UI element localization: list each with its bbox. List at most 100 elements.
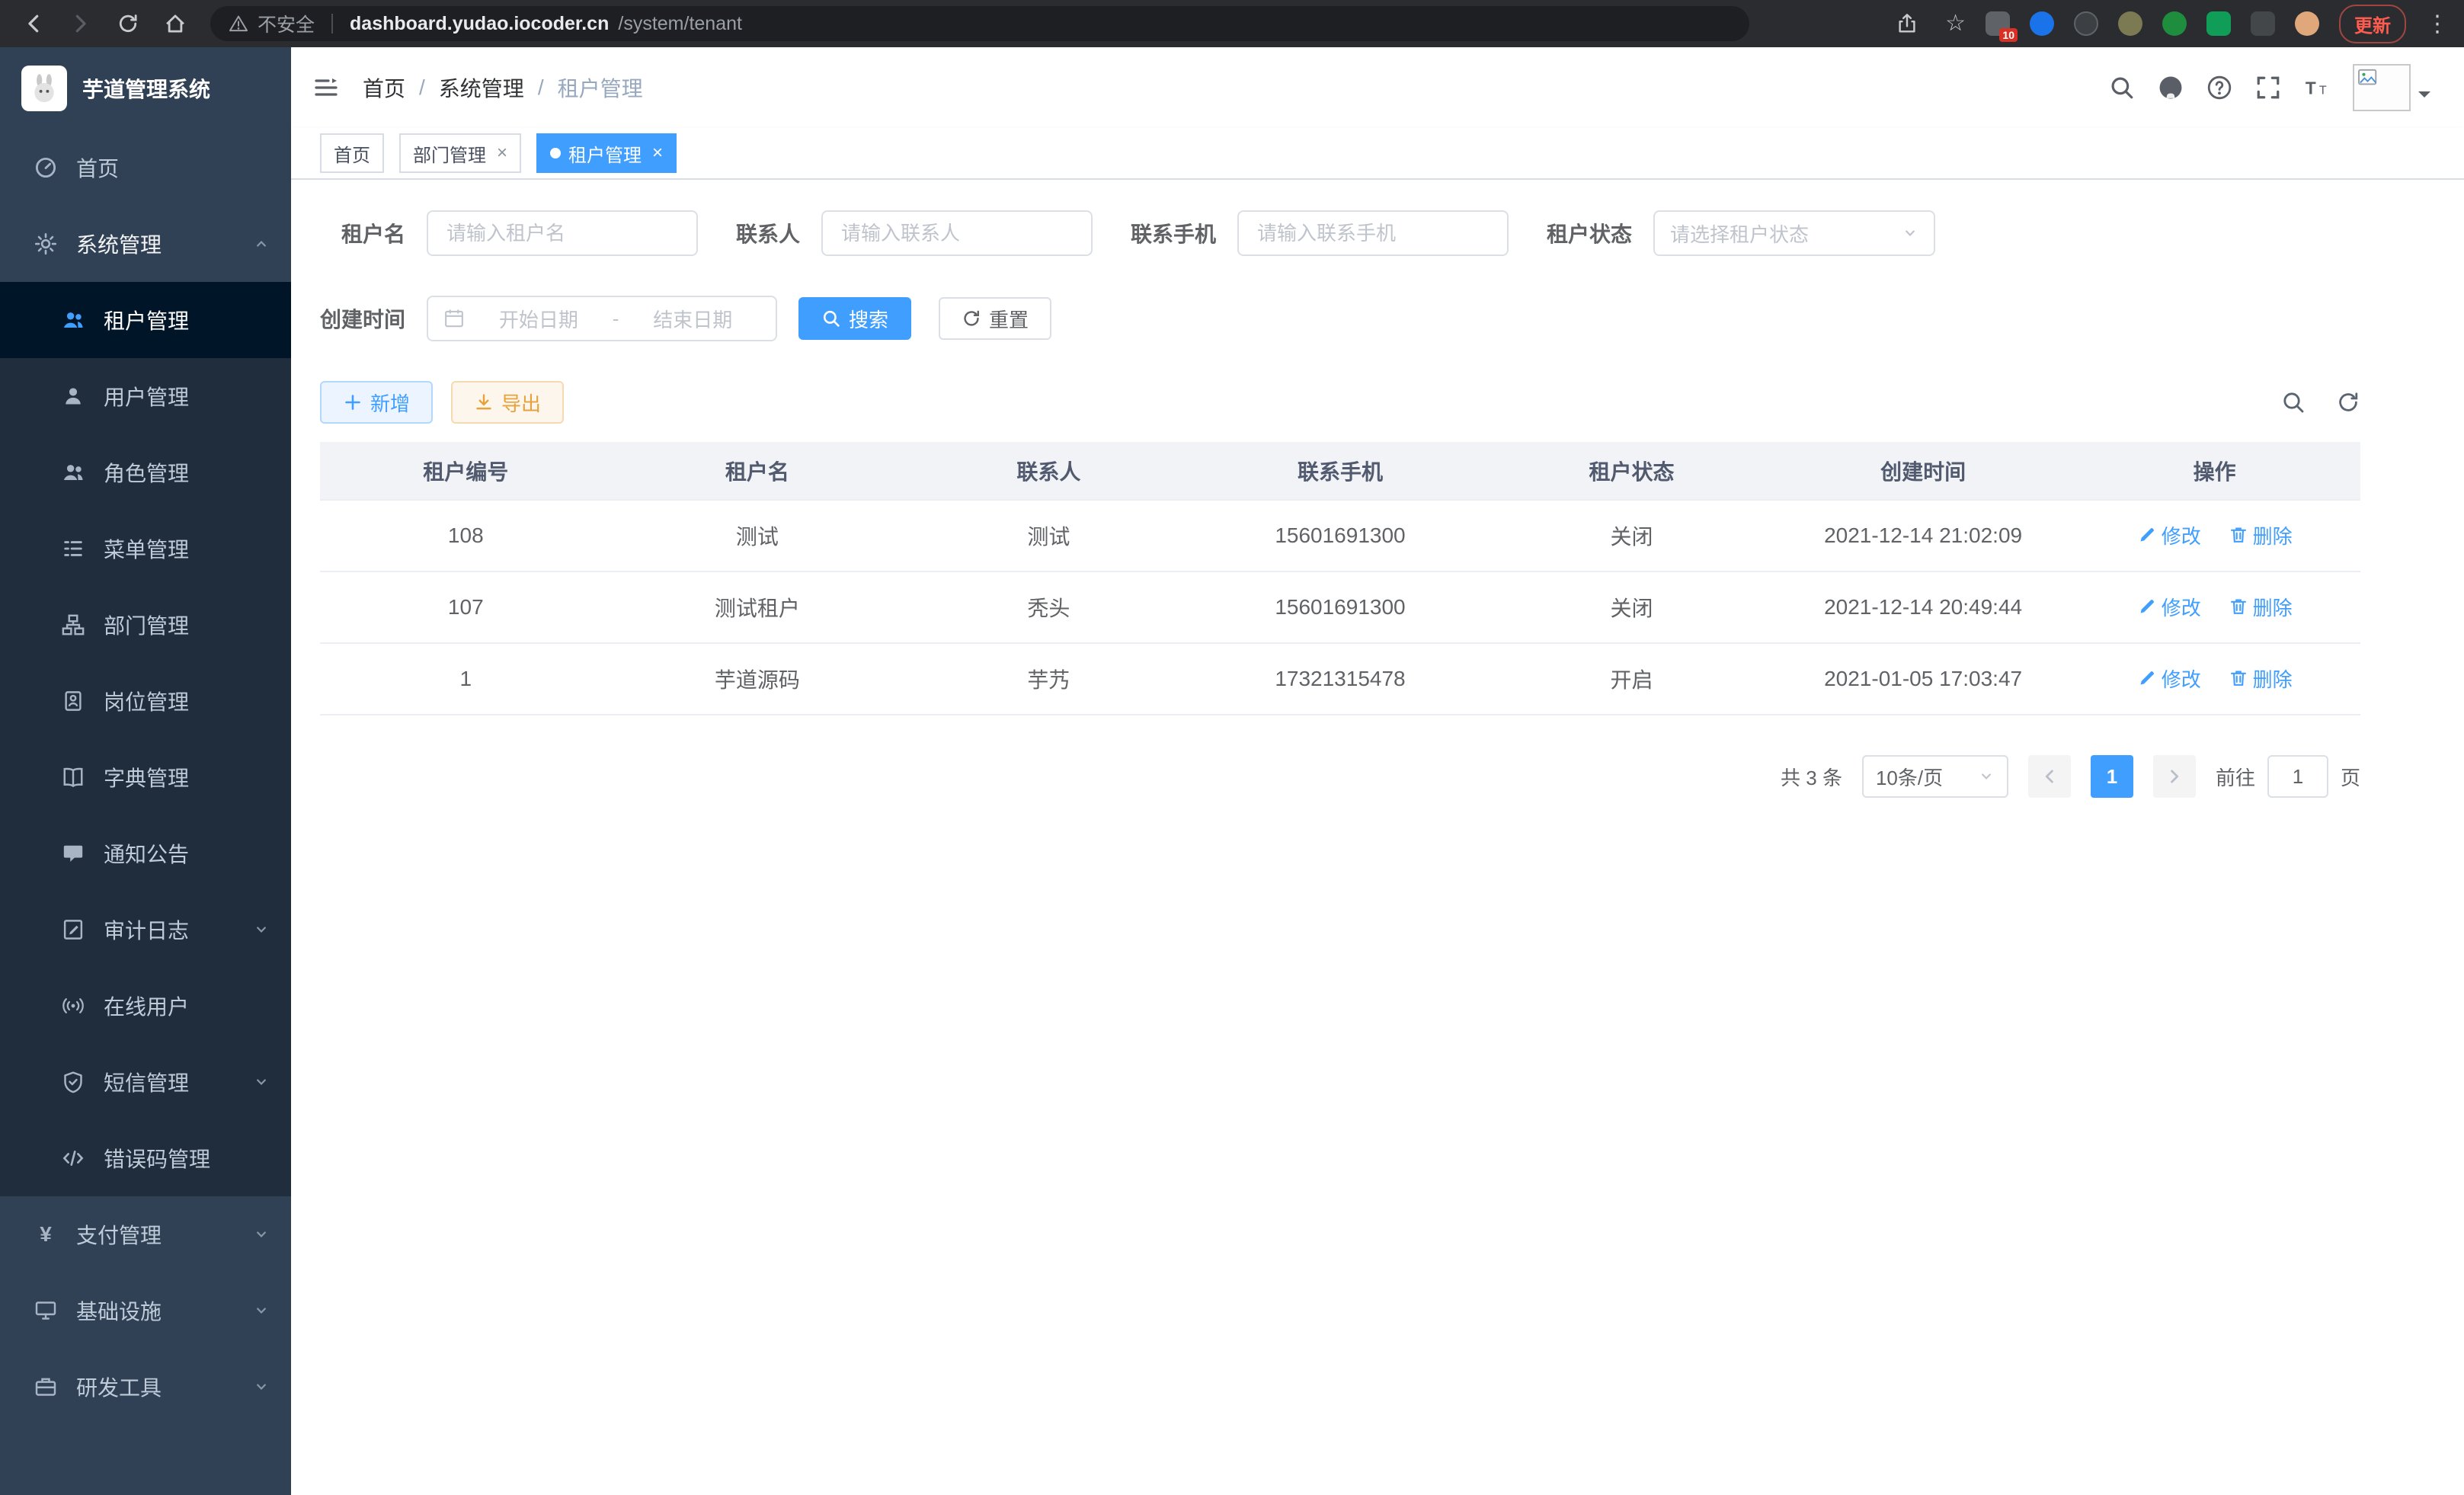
- sidebar-item-notice[interactable]: 通知公告: [0, 815, 291, 892]
- sidebar-item-dept-management[interactable]: 部门管理: [0, 587, 291, 663]
- page-content: 租户名 联系人 联系手机 租户状态 请选择租户状态: [291, 180, 2464, 1495]
- extension-icon[interactable]: 10: [1986, 11, 2010, 36]
- page-number-current[interactable]: 1: [2091, 755, 2133, 798]
- next-page-button[interactable]: [2153, 755, 2196, 798]
- bookmark-star-icon[interactable]: ☆: [1945, 12, 1966, 35]
- page-size-select[interactable]: 10条/页: [1862, 755, 2008, 798]
- home-icon[interactable]: [157, 5, 194, 42]
- share-icon[interactable]: [1889, 5, 1925, 42]
- extension-icon[interactable]: [2206, 11, 2231, 36]
- top-navbar: 首页 / 系统管理 / 租户管理 TT: [291, 47, 2464, 128]
- date-range-picker[interactable]: 开始日期 - 结束日期: [427, 296, 777, 341]
- search-button[interactable]: 搜索: [798, 297, 911, 340]
- status-select[interactable]: 请选择租户状态: [1653, 210, 1935, 256]
- contact-input[interactable]: [821, 210, 1093, 256]
- edit-link[interactable]: 修改: [2137, 521, 2201, 549]
- payment-yen-icon: ¥: [34, 1224, 58, 1245]
- export-button[interactable]: 导出: [451, 381, 564, 424]
- show-search-icon[interactable]: [2281, 390, 2306, 415]
- app-title: 芋道管理系统: [82, 73, 210, 104]
- extension-icon[interactable]: [2251, 11, 2275, 36]
- col-tenant-id: 租户编号: [320, 442, 612, 500]
- refresh-icon[interactable]: [2336, 390, 2360, 415]
- edit-link[interactable]: 修改: [2137, 593, 2201, 621]
- extension-icon[interactable]: [2162, 11, 2187, 36]
- chevron-down-icon: [253, 921, 270, 938]
- edit-link[interactable]: 修改: [2137, 664, 2201, 693]
- prev-page-button[interactable]: [2028, 755, 2071, 798]
- chevron-down-icon: [253, 1378, 270, 1395]
- cell-created: 2021-12-14 21:02:09: [1778, 500, 2069, 571]
- chevron-down-icon: [1902, 225, 1918, 242]
- cell-status: 开启: [1486, 643, 1778, 715]
- sidebar-item-dict-management[interactable]: 字典管理: [0, 739, 291, 815]
- dictionary-book-icon: [61, 766, 85, 789]
- help-icon[interactable]: [2206, 75, 2232, 101]
- sidebar-item-error-code-management[interactable]: 错误码管理: [0, 1120, 291, 1196]
- reload-icon[interactable]: [110, 5, 146, 42]
- reset-button[interactable]: 重置: [939, 297, 1051, 340]
- close-icon[interactable]: ×: [497, 144, 507, 162]
- cell-actions: 修改 删除: [2069, 500, 2360, 571]
- update-button[interactable]: 更新: [2339, 5, 2406, 43]
- tenant-name-input[interactable]: [427, 210, 698, 256]
- sidebar-item-infrastructure[interactable]: 基础设施: [0, 1273, 291, 1349]
- back-icon[interactable]: [15, 5, 52, 42]
- github-icon[interactable]: [2158, 75, 2184, 101]
- tab-dept-management[interactable]: 部门管理 ×: [399, 133, 521, 173]
- table-header-row: 租户编号 租户名 联系人 联系手机 租户状态 创建时间 操作: [320, 442, 2360, 500]
- delete-link[interactable]: 删除: [2229, 664, 2293, 693]
- tenant-table: 租户编号 租户名 联系人 联系手机 租户状态 创建时间 操作 108 测试 测试: [320, 442, 2360, 715]
- sidebar-item-user-management[interactable]: 用户管理: [0, 358, 291, 434]
- col-actions: 操作: [2069, 442, 2360, 500]
- end-date-placeholder: 结束日期: [625, 305, 760, 333]
- sidebar-item-sms-management[interactable]: 短信管理: [0, 1044, 291, 1120]
- delete-link[interactable]: 删除: [2229, 593, 2293, 621]
- address-bar[interactable]: 不安全 dashboard.yudao.iocoder.cn/system/te…: [210, 6, 1749, 41]
- profile-avatar[interactable]: [2295, 11, 2319, 36]
- tab-home[interactable]: 首页: [320, 133, 384, 173]
- avatar: [2353, 64, 2411, 111]
- cell-name: 芋道源码: [612, 643, 904, 715]
- sidebar-item-dev-tools[interactable]: 研发工具: [0, 1349, 291, 1425]
- phone-input[interactable]: [1237, 210, 1509, 256]
- divider: [331, 14, 333, 34]
- fullscreen-icon[interactable]: [2255, 75, 2281, 101]
- sidebar-item-menu-management[interactable]: 菜单管理: [0, 511, 291, 587]
- close-icon[interactable]: ×: [652, 144, 663, 162]
- cell-created: 2021-01-05 17:03:47: [1778, 643, 2069, 715]
- sidebar-item-home[interactable]: 首页: [0, 130, 291, 206]
- cell-contact: 芋艿: [903, 643, 1195, 715]
- extension-icon[interactable]: [2074, 11, 2098, 36]
- sidebar-item-payment-management[interactable]: ¥ 支付管理: [0, 1196, 291, 1273]
- sidebar-item-role-management[interactable]: 角色管理: [0, 434, 291, 511]
- font-size-icon[interactable]: TT: [2304, 75, 2330, 101]
- breadcrumb-system[interactable]: 系统管理: [439, 72, 524, 103]
- search-icon[interactable]: [2109, 75, 2135, 101]
- sidebar-item-post-management[interactable]: 岗位管理: [0, 663, 291, 739]
- browser-menu-icon[interactable]: ⋮: [2426, 11, 2449, 37]
- cell-status: 关闭: [1486, 571, 1778, 643]
- sidebar-item-audit-log[interactable]: 审计日志: [0, 892, 291, 968]
- breadcrumb-home[interactable]: 首页: [363, 72, 405, 103]
- gear-icon: [34, 232, 58, 255]
- extension-icon[interactable]: [2118, 11, 2142, 36]
- audit-log-icon: [61, 918, 85, 941]
- sidebar-item-tenant-management[interactable]: 租户管理: [0, 282, 291, 358]
- sidebar-item-system-management[interactable]: 系统管理: [0, 206, 291, 282]
- goto-page-input[interactable]: [2267, 755, 2328, 798]
- delete-link[interactable]: 删除: [2229, 521, 2293, 549]
- sidebar: 芋道管理系统 首页 系统管理 租户管理: [0, 47, 291, 1495]
- hamburger-icon[interactable]: [312, 74, 340, 101]
- sidebar-item-online-users[interactable]: 在线用户: [0, 968, 291, 1044]
- cell-id: 108: [320, 500, 612, 571]
- extension-icon[interactable]: [2030, 11, 2054, 36]
- cell-actions: 修改 删除: [2069, 571, 2360, 643]
- tab-tenant-management[interactable]: 租户管理 ×: [536, 133, 677, 173]
- add-button[interactable]: 新增: [320, 381, 433, 424]
- user-menu[interactable]: [2353, 64, 2430, 111]
- col-tenant-name: 租户名: [612, 442, 904, 500]
- app-logo-row[interactable]: 芋道管理系统: [0, 47, 291, 130]
- cell-name: 测试租户: [612, 571, 904, 643]
- cell-actions: 修改 删除: [2069, 643, 2360, 715]
